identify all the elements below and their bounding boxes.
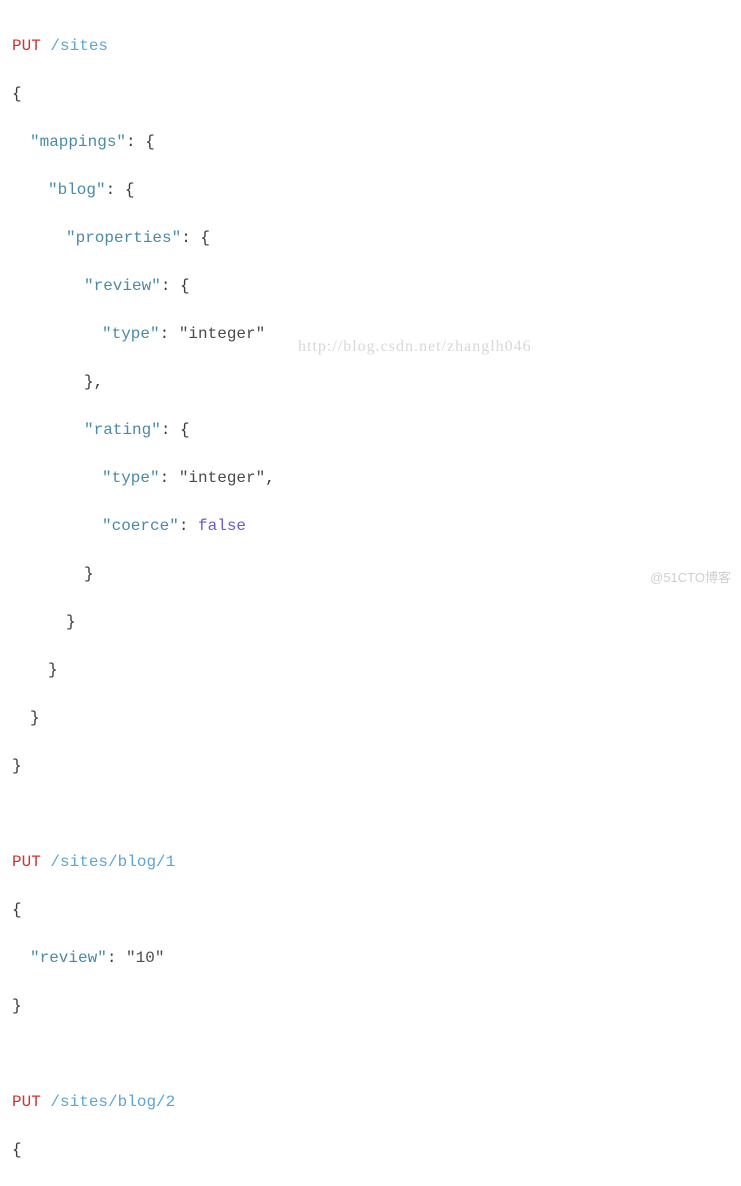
json-boolean: false bbox=[198, 517, 246, 535]
brace-close: } bbox=[66, 613, 76, 631]
json-key: "review" bbox=[30, 949, 107, 967]
json-string: "10" bbox=[126, 949, 164, 967]
http-method: PUT bbox=[12, 37, 41, 55]
http-path: /sites/blog/1 bbox=[50, 853, 175, 871]
json-key: "mappings" bbox=[30, 133, 126, 151]
json-key: "rating" bbox=[84, 421, 161, 439]
http-path: /sites bbox=[50, 37, 108, 55]
brace-close: } bbox=[48, 661, 58, 679]
brace-close: } bbox=[12, 997, 22, 1015]
brace-close: } bbox=[30, 709, 40, 727]
json-key: "properties" bbox=[66, 229, 181, 247]
json-key: "blog" bbox=[48, 181, 106, 199]
brace-open: { bbox=[12, 1141, 22, 1159]
json-string: "integer" bbox=[179, 469, 265, 487]
json-key: "coerce" bbox=[102, 517, 179, 535]
brace-close: } bbox=[12, 757, 22, 775]
brace-close: }, bbox=[84, 373, 103, 391]
json-key: "review" bbox=[84, 277, 161, 295]
json-key: "type" bbox=[102, 469, 160, 487]
brace-close: } bbox=[84, 565, 94, 583]
json-string: "integer" bbox=[179, 325, 265, 343]
http-method: PUT bbox=[12, 853, 41, 871]
brace-open: { bbox=[12, 85, 22, 103]
json-key: "type" bbox=[102, 325, 160, 343]
brace-open: { bbox=[12, 901, 22, 919]
http-path: /sites/blog/2 bbox=[50, 1093, 175, 1111]
http-method: PUT bbox=[12, 1093, 41, 1111]
code-block-1: PUT /sites { "mappings": { "blog": { "pr… bbox=[12, 10, 729, 1186]
